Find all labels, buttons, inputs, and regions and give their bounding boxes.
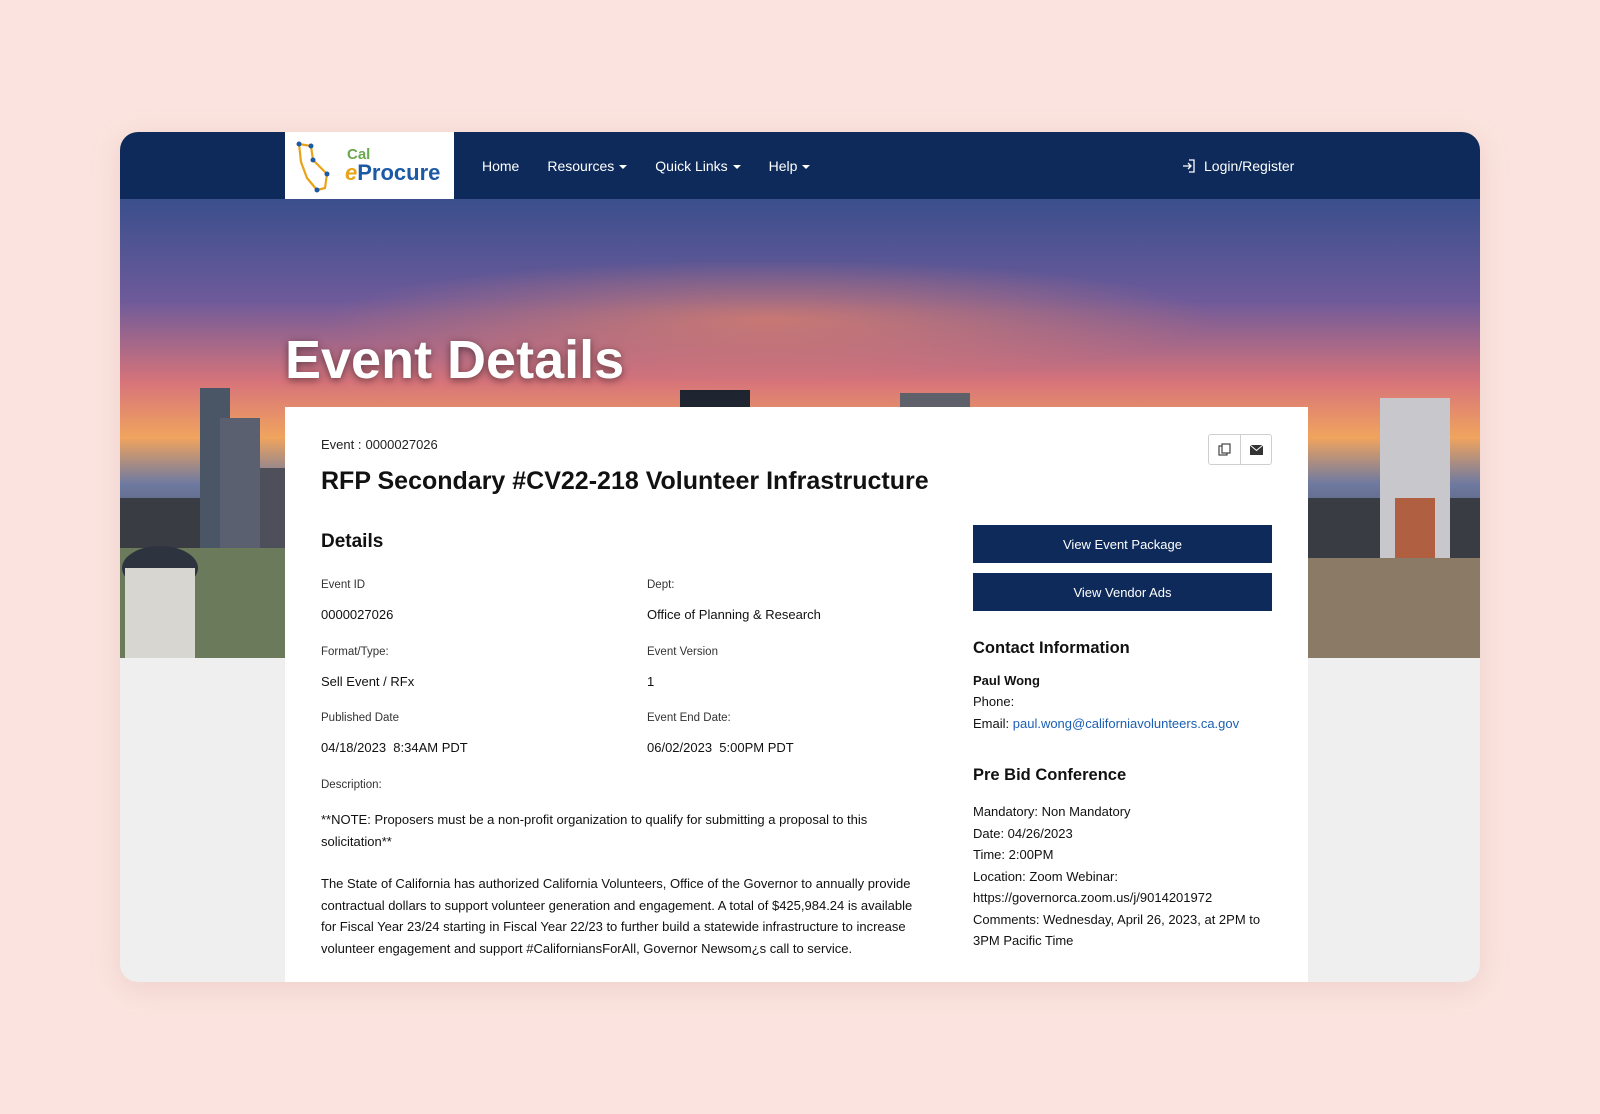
event-number-value: 0000027026: [365, 437, 438, 452]
top-nav: Cal eProcure Home Resources Quick Links …: [120, 132, 1480, 199]
description-line: contractual dollars to support volunteer…: [321, 897, 913, 913]
prebid-heading: Pre Bid Conference: [973, 766, 1127, 784]
event-id-label: Event ID: [321, 579, 366, 591]
nav-quick-links[interactable]: Quick Links: [655, 157, 741, 174]
description-line: for Fiscal Year 23/24 starting in Fiscal…: [321, 919, 906, 934]
caret-down-icon: [619, 164, 628, 169]
login-register-label: Login/Register: [1204, 157, 1295, 174]
end-date-label: Event End Date:: [647, 712, 731, 724]
nav-help[interactable]: Help: [769, 158, 811, 174]
page-title: Event Details: [285, 330, 625, 390]
event-card: Event : 0000027026 RFP Secondary #CV22-2…: [285, 407, 1308, 982]
copy-link-button[interactable]: [1209, 435, 1240, 464]
contact-name: Paul Wong: [973, 673, 1040, 688]
description-body: The State of California has authorized C…: [321, 873, 961, 959]
contact-email-label: Email:: [973, 716, 1010, 731]
description-note-line: solicitation**: [321, 833, 392, 849]
description-line: The State of California has authorized C…: [321, 876, 911, 891]
login-register-link[interactable]: Login/Register: [1182, 132, 1294, 199]
email-share-button[interactable]: [1240, 435, 1271, 464]
prebid-line: Location: Zoom Webinar:: [973, 868, 1118, 884]
nav-home-label: Home: [482, 157, 520, 174]
copy-icon: [1218, 443, 1231, 456]
prebid-line: Mandatory: Non Mandatory: [973, 804, 1131, 819]
description-label: Description:: [321, 779, 382, 791]
version-label: Event Version: [647, 646, 718, 658]
event-id-value: 0000027026: [321, 607, 394, 622]
california-constellation-icon: [296, 141, 330, 192]
nav-resources[interactable]: Resources: [547, 157, 628, 174]
view-vendor-ads-button[interactable]: View Vendor Ads: [973, 573, 1272, 611]
prebid-line: 3PM Pacific Time: [973, 933, 1074, 948]
published-value: 04/18/2023 8:34AM PDT: [321, 740, 468, 755]
published-label: Published Date: [321, 712, 399, 724]
nav-quick-links-label: Quick Links: [655, 157, 728, 174]
prebid-details: Mandatory: Non Mandatory Date: 04/26/202…: [973, 801, 1283, 952]
dept-value: Office of Planning & Research: [647, 607, 821, 622]
contact-email-link[interactable]: paul.wong@californiavolunteers.ca.gov: [1013, 716, 1239, 731]
format-value: Sell Event / RFx: [321, 674, 415, 689]
logo-wordmark: Cal eProcure: [345, 147, 440, 184]
logo-e: e: [345, 160, 358, 185]
prebid-line: https://governorca.zoom.us/j/9014201972: [973, 890, 1213, 905]
logo-procure: Procure: [357, 160, 441, 185]
prebid-line: Comments: Wednesday, April 26, 2023, at …: [973, 911, 1261, 927]
share-actions: [1208, 434, 1272, 465]
nav-home[interactable]: Home: [482, 158, 519, 174]
format-label: Format/Type:: [321, 646, 389, 658]
prebid-line: Date: 04/26/2023: [973, 825, 1073, 841]
dept-label: Dept:: [647, 579, 675, 591]
caret-down-icon: [732, 164, 741, 169]
sign-in-icon: [1183, 158, 1195, 173]
browser-window: Cal eProcure Home Resources Quick Links …: [120, 132, 1480, 982]
caret-down-icon: [802, 164, 811, 169]
contact-email-line: Email: paul.wong@californiavolunteers.ca…: [973, 716, 1239, 731]
description-note-line: **NOTE: Proposers must be a non-profit o…: [321, 812, 868, 827]
event-title: RFP Secondary #CV22-218 Volunteer Infras…: [321, 467, 929, 495]
description-note: **NOTE: Proposers must be a non-profit o…: [321, 809, 941, 852]
envelope-icon: [1249, 444, 1263, 455]
contact-phone-label: Phone:: [973, 694, 1015, 709]
event-number-label: Event :: [321, 437, 362, 452]
end-date-value: 06/02/2023 5:00PM PDT: [647, 740, 794, 755]
view-event-package-button[interactable]: View Event Package: [973, 525, 1272, 563]
nav-help-label: Help: [768, 157, 798, 174]
contact-heading: Contact Information: [973, 639, 1130, 657]
details-heading: Details: [321, 531, 384, 552]
prebid-line: Time: 2:00PM: [973, 847, 1054, 862]
caleprocure-logo[interactable]: Cal eProcure: [285, 132, 454, 199]
version-value: 1: [647, 674, 655, 689]
description-line: volunteer engagement and support #Califo…: [321, 940, 853, 956]
event-number-line: Event : 0000027026: [321, 437, 438, 452]
nav-resources-label: Resources: [547, 157, 615, 174]
nav-menu: Home Resources Quick Links Help: [482, 132, 811, 199]
